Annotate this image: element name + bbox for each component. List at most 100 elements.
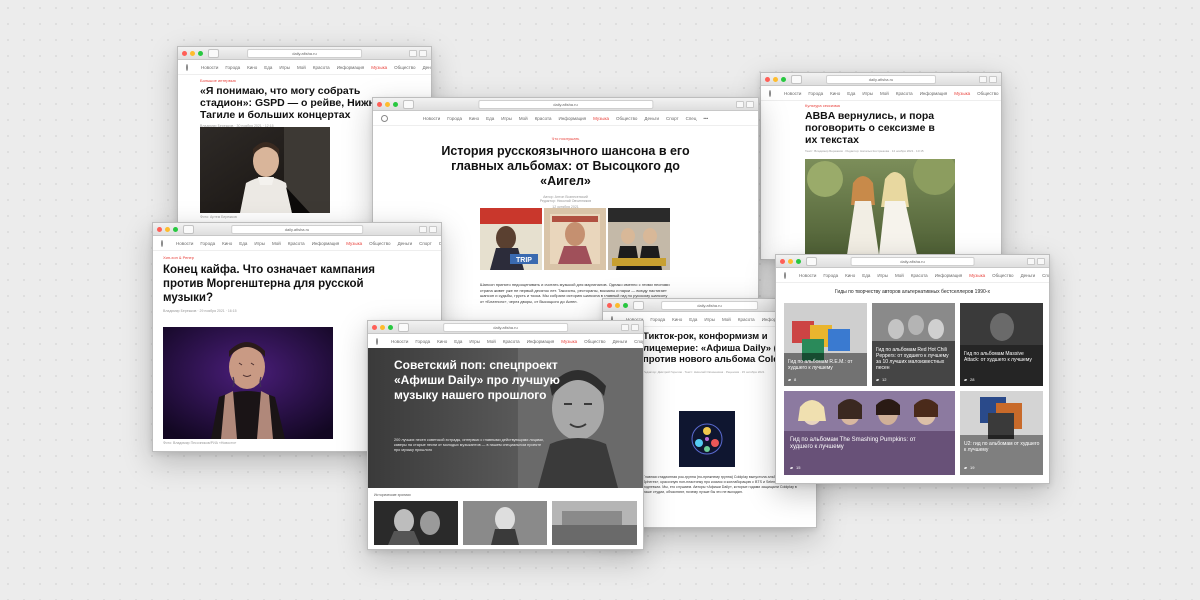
- minimize-window-button[interactable]: [165, 226, 170, 232]
- nav-item[interactable]: Игры: [254, 241, 265, 246]
- close-window-button[interactable]: [157, 226, 162, 232]
- nav-item[interactable]: Деньги: [644, 116, 659, 121]
- address-bar[interactable]: daily.afisha.ru: [442, 323, 569, 332]
- article-title[interactable]: ABBA вернулись, и пора поговорить о секс…: [805, 110, 945, 146]
- tabs-icon[interactable]: [631, 324, 639, 331]
- nav-item[interactable]: Еда: [689, 317, 697, 322]
- nav-item[interactable]: Красота: [313, 65, 330, 70]
- minimize-window-button[interactable]: [385, 101, 390, 107]
- nav-item[interactable]: Деньги: [423, 65, 431, 70]
- nav-item[interactable]: Новости: [391, 339, 408, 344]
- nav-item[interactable]: Красота: [911, 273, 928, 278]
- hero-title[interactable]: Советский поп: спецпроект «Афиши Daily» …: [394, 358, 564, 403]
- back-button[interactable]: [791, 74, 802, 84]
- search-icon[interactable]: [381, 114, 388, 122]
- share-icon[interactable]: [979, 76, 987, 83]
- address-bar[interactable]: daily.afisha.ru: [850, 257, 975, 266]
- address-bar[interactable]: daily.afisha.ru: [660, 301, 759, 310]
- nav-item[interactable]: Кино: [830, 91, 840, 96]
- nav-item[interactable]: Еда: [847, 91, 855, 96]
- nav-item[interactable]: Мой: [880, 91, 889, 96]
- nav-item[interactable]: Общество: [584, 339, 605, 344]
- close-window-button[interactable]: [377, 101, 382, 107]
- nav-item[interactable]: Красота: [535, 116, 552, 121]
- search-icon[interactable]: [376, 337, 378, 345]
- zoom-window-button[interactable]: [198, 50, 203, 56]
- share-icon[interactable]: [736, 101, 744, 108]
- nav-item[interactable]: Города: [447, 116, 462, 121]
- guide-card[interactable]: U2: гид по альбомам от худшего к лучшему…: [960, 391, 1043, 475]
- nav-item[interactable]: Города: [808, 91, 823, 96]
- back-button[interactable]: [633, 300, 644, 310]
- search-icon[interactable]: [161, 239, 163, 247]
- nav-item[interactable]: Кино: [222, 241, 232, 246]
- nav-item[interactable]: Мой: [487, 339, 496, 344]
- guide-card[interactable]: Гид по альбомам Massive Attack: от худше…: [960, 303, 1043, 386]
- guide-card[interactable]: Гид по альбомам R.E.M.: от худшего к луч…: [784, 303, 867, 386]
- zoom-window-button[interactable]: [173, 226, 178, 232]
- nav-item[interactable]: Музыка: [346, 241, 362, 246]
- nav-item[interactable]: Мой: [297, 65, 306, 70]
- nav-item[interactable]: Новости: [784, 91, 801, 96]
- close-window-button[interactable]: [372, 324, 377, 330]
- nav-item[interactable]: Спорт: [634, 339, 643, 344]
- address-bar[interactable]: daily.afisha.ru: [477, 100, 654, 109]
- nav-item[interactable]: Города: [415, 339, 430, 344]
- nav-item[interactable]: Музыка: [371, 65, 387, 70]
- nav-item[interactable]: Игры: [704, 317, 715, 322]
- guide-card-wide[interactable]: Гид по альбомам The Smashing Pumpkins: о…: [784, 391, 955, 475]
- minimize-window-button[interactable]: [788, 258, 793, 264]
- minimize-window-button[interactable]: [380, 324, 385, 330]
- search-icon[interactable]: [784, 271, 786, 279]
- nav-item[interactable]: Еда: [264, 65, 272, 70]
- minimize-window-button[interactable]: [615, 302, 620, 308]
- nav-item[interactable]: Новости: [201, 65, 218, 70]
- nav-item[interactable]: Общество: [369, 241, 390, 246]
- nav-item[interactable]: Города: [200, 241, 215, 246]
- nav-item[interactable]: Новости: [176, 241, 193, 246]
- nav-item[interactable]: Красота: [288, 241, 305, 246]
- nav-item[interactable]: Кино: [469, 116, 479, 121]
- nav-item[interactable]: Новости: [423, 116, 440, 121]
- nav-item[interactable]: Еда: [486, 116, 494, 121]
- nav-item[interactable]: Спорт: [1042, 273, 1049, 278]
- nav-item[interactable]: Спец: [686, 116, 697, 121]
- guide-card[interactable]: Гид по альбомам Red Hot Chili Peppers: о…: [872, 303, 955, 386]
- nav-item[interactable]: Красота: [738, 317, 755, 322]
- back-button[interactable]: [403, 99, 414, 109]
- address-bar[interactable]: daily.afisha.ru: [826, 75, 936, 84]
- nav-item[interactable]: Деньги: [613, 339, 628, 344]
- nav-item[interactable]: Мой: [272, 241, 281, 246]
- nav-item[interactable]: Игры: [469, 339, 480, 344]
- nav-item[interactable]: Музыка: [969, 273, 985, 278]
- back-button[interactable]: [183, 224, 194, 234]
- nav-item[interactable]: Игры: [501, 116, 512, 121]
- nav-item[interactable]: Города: [823, 273, 838, 278]
- share-icon[interactable]: [409, 50, 417, 57]
- tabs-icon[interactable]: [419, 50, 427, 57]
- tabs-icon[interactable]: [1037, 258, 1045, 265]
- nav-item[interactable]: Информация: [920, 91, 948, 96]
- nav-item[interactable]: Города: [225, 65, 240, 70]
- nav-item[interactable]: Информация: [312, 241, 340, 246]
- tabs-icon[interactable]: [429, 226, 437, 233]
- nav-item[interactable]: Города: [650, 317, 665, 322]
- zoom-window-button[interactable]: [393, 101, 398, 107]
- nav-item[interactable]: Общество: [394, 65, 415, 70]
- article-title[interactable]: История русскоязычного шансона в его гла…: [436, 144, 696, 189]
- history-photo-1[interactable]: [374, 501, 458, 545]
- tabs-icon[interactable]: [989, 76, 997, 83]
- nav-item[interactable]: Информация: [337, 65, 365, 70]
- nav-item[interactable]: Кино: [845, 273, 855, 278]
- zoom-window-button[interactable]: [623, 302, 628, 308]
- share-icon[interactable]: [621, 324, 629, 331]
- more-menu-icon[interactable]: •••: [703, 116, 708, 121]
- history-photo-2[interactable]: [463, 501, 547, 545]
- search-icon[interactable]: [186, 63, 188, 71]
- nav-item[interactable]: Музыка: [954, 91, 970, 96]
- zoom-window-button[interactable]: [796, 258, 801, 264]
- history-photo-3[interactable]: [552, 501, 637, 545]
- nav-item[interactable]: Кино: [437, 339, 447, 344]
- back-button[interactable]: [806, 256, 817, 266]
- nav-item[interactable]: Деньги: [398, 241, 413, 246]
